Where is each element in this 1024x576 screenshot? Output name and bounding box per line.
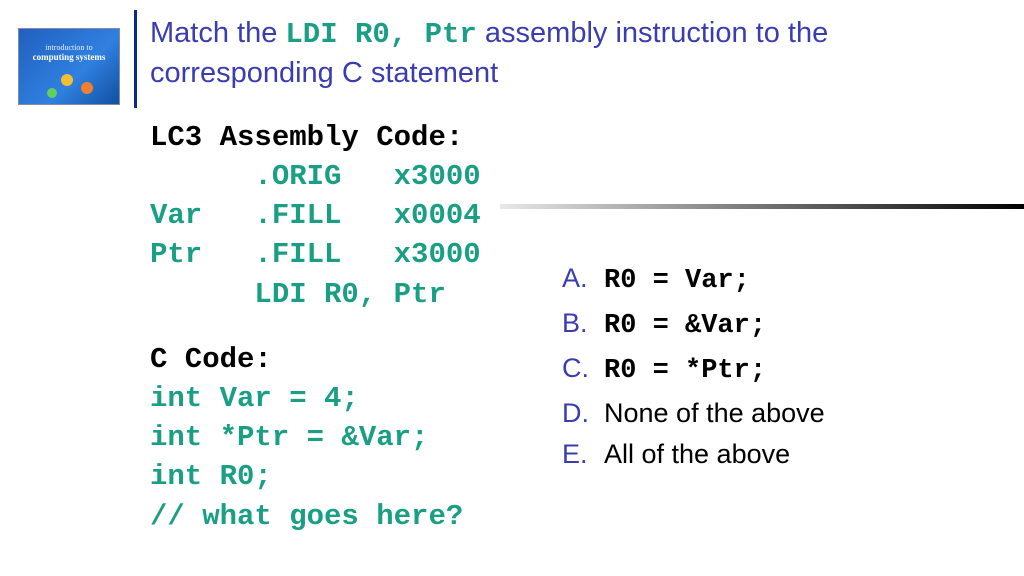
option-letter: B. [562, 303, 604, 345]
option-letter: E. [562, 434, 604, 476]
vertical-divider [134, 10, 137, 108]
c-line: int *Ptr = &Var; [150, 418, 463, 457]
decorative-dot [61, 74, 73, 86]
slide-heading: Match the LDI R0, Ptr assembly instructi… [150, 14, 980, 93]
option-letter: A. [562, 258, 604, 300]
option-a: A. R0 = Var; [562, 258, 825, 303]
c-code-block: C Code: int Var = 4; int *Ptr = &Var; in… [150, 340, 463, 536]
option-letter: D. [562, 393, 604, 435]
answer-options: A. R0 = Var; B. R0 = &Var; C. R0 = *Ptr;… [562, 258, 825, 476]
option-text: None of the above [604, 393, 825, 435]
option-text: R0 = *Ptr; [604, 351, 766, 393]
decorative-dot [47, 88, 57, 98]
thumb-title-2: computing systems [19, 52, 119, 62]
horizontal-divider [500, 204, 1024, 209]
option-text: All of the above [604, 434, 790, 476]
thumb-title-1: introduction to [19, 43, 119, 52]
asm-line: Var .FILL x0004 [150, 196, 481, 235]
decorative-dot [81, 82, 93, 94]
option-e: E. All of the above [562, 434, 825, 476]
assembly-code-block: LC3 Assembly Code: .ORIG x3000 Var .FILL… [150, 118, 481, 314]
asm-line: LDI R0, Ptr [150, 275, 481, 314]
asm-title: LC3 Assembly Code: [150, 118, 481, 157]
option-letter: C. [562, 348, 604, 390]
asm-line: Ptr .FILL x3000 [150, 235, 481, 274]
c-line: // what goes here? [150, 497, 463, 536]
option-text: R0 = Var; [604, 261, 750, 303]
option-text: R0 = &Var; [604, 306, 766, 348]
c-line: int Var = 4; [150, 379, 463, 418]
option-d: D. None of the above [562, 393, 825, 435]
book-cover-thumbnail: introduction to computing systems [18, 28, 120, 105]
c-title: C Code: [150, 340, 463, 379]
option-b: B. R0 = &Var; [562, 303, 825, 348]
asm-line: .ORIG x3000 [150, 157, 481, 196]
heading-code: LDI R0, Ptr [285, 18, 476, 51]
option-c: C. R0 = *Ptr; [562, 348, 825, 393]
c-line: int R0; [150, 457, 463, 496]
heading-prefix: Match the [150, 17, 285, 49]
